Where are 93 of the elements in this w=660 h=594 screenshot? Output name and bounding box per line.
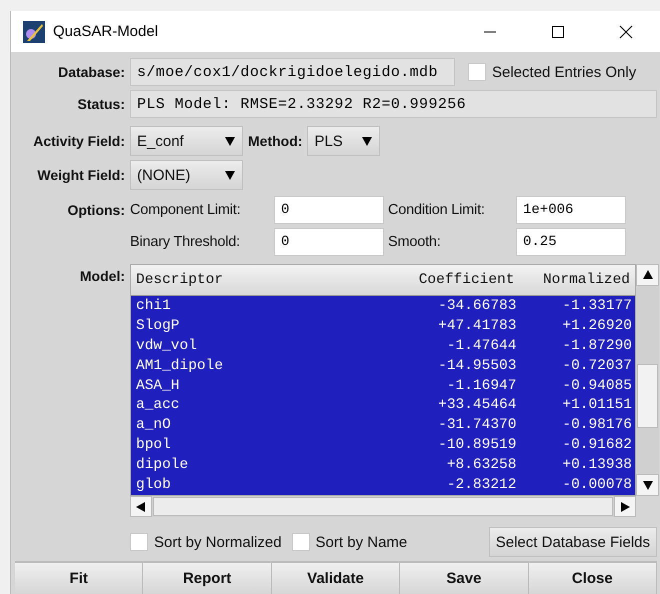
table-cell-text: a_acc	[135, 397, 181, 414]
field-label: Database:	[57, 64, 125, 80]
scroll-left-button[interactable]	[130, 496, 152, 517]
minimize-icon	[483, 30, 497, 32]
maximize-icon	[551, 24, 565, 38]
table-cell-text: +0.13938	[561, 457, 633, 474]
column-header[interactable]: Normalized	[519, 272, 635, 288]
table-row[interactable]: dipole +8.63258 +0.13938	[131, 455, 635, 476]
table-row[interactable]: glob -2.83212 -0.00078	[131, 475, 635, 496]
option-label: Component Limit:	[130, 202, 242, 218]
checkbox[interactable]	[130, 533, 148, 551]
scroll-thumb[interactable]	[153, 497, 613, 516]
table-cell-text: -0.98176	[561, 417, 633, 434]
scroll-down-button[interactable]	[636, 474, 659, 496]
table-row[interactable]: SlogP +47.41783 +1.26920	[131, 316, 635, 336]
table-cell-text: -1.16947	[446, 378, 518, 394]
scroll-right-button[interactable]	[614, 496, 636, 517]
table-row[interactable]: bpol -10.89519 -0.91682	[131, 435, 635, 456]
table-cell-text: a_nO	[135, 417, 172, 434]
select-fields-button[interactable]: Select Database Fields	[488, 527, 657, 557]
field-label: Weight Field:	[36, 167, 125, 183]
input-field[interactable]: 0.25	[516, 228, 626, 256]
table-cell-text: -0.72037	[561, 358, 633, 374]
table-cell-text: bpol	[135, 437, 172, 454]
status-field: PLS Model: RMSE=2.33292 R2=0.999256	[130, 90, 657, 118]
table-row[interactable]: AM1_dipole -14.95503 -0.72037	[131, 356, 635, 376]
action-button[interactable]: Save	[400, 562, 529, 594]
column-header[interactable]: Descriptor	[131, 272, 390, 288]
option-label: Smooth:	[388, 234, 442, 250]
caret-icon	[224, 135, 236, 147]
table-cell-text: +1.01151	[561, 397, 633, 414]
table-cell-text: -1.47644	[446, 338, 518, 354]
option-label: Binary Threshold:	[130, 234, 241, 250]
caret-icon	[361, 135, 374, 147]
checkbox-label: Selected Entries Only	[492, 64, 636, 80]
table-cell-text: glob	[135, 477, 172, 494]
table-cell-text: chi1	[135, 298, 172, 314]
input-field[interactable]: 0	[274, 228, 384, 256]
table-row[interactable]: a_nO -31.74370 -0.98176	[131, 415, 635, 436]
table-cell-text: -2.83212	[446, 477, 518, 494]
table-row[interactable]: chi1 -34.66783 -1.33177	[131, 296, 635, 316]
weight-dropdown[interactable]: (NONE)	[130, 160, 243, 190]
action-button[interactable]: Report	[143, 562, 272, 594]
checkbox[interactable]	[292, 533, 310, 551]
table-row[interactable]: vdw_vol -1.47644 -1.87290	[131, 336, 635, 356]
up-arrow-icon	[642, 269, 654, 281]
checkbox-label: Sort by Name	[316, 534, 408, 550]
action-button[interactable]: Validate	[272, 562, 400, 594]
caret-icon	[224, 169, 236, 181]
table-cell-text: +47.41783	[437, 318, 518, 334]
table-cell-text: ASA_H	[135, 378, 181, 394]
field-label: Options:	[66, 201, 125, 220]
field-label: Activity Field:	[32, 133, 125, 149]
table-cell-text: -0.00078	[561, 477, 633, 494]
action-button[interactable]: Close	[528, 562, 658, 594]
table-cell-text: -1.33177	[561, 298, 633, 314]
scroll-thumb[interactable]	[637, 364, 658, 428]
column-header[interactable]: Coefficient	[390, 272, 520, 288]
field-label: Status:	[76, 96, 125, 112]
table-row[interactable]: ASA_H -1.16947 -0.94085	[131, 376, 635, 396]
right-arrow-icon	[619, 500, 631, 512]
method-dropdown[interactable]: PLS	[307, 126, 380, 156]
table-cell-text: -34.66783	[437, 298, 518, 314]
app-icon	[23, 20, 45, 42]
table-cell-text: -0.91682	[561, 437, 633, 454]
checkbox[interactable]	[468, 63, 486, 81]
table-cell-text: -10.89519	[437, 437, 518, 454]
action-button[interactable]: Fit	[15, 562, 144, 594]
table-cell-text: -1.87290	[561, 338, 633, 354]
table-cell-text: AM1_dipole	[135, 358, 224, 374]
input-field[interactable]: 1e+006	[516, 196, 626, 224]
table-cell-text: SlogP	[135, 318, 181, 334]
input-field[interactable]: 0	[274, 196, 384, 224]
activity-dropdown[interactable]: E_conf	[130, 126, 243, 156]
table-cell-text: +33.45464	[437, 397, 518, 414]
option-label: Condition Limit:	[388, 202, 486, 218]
table-cell-text: -14.95503	[437, 358, 518, 374]
window-title: QuaSAR-Model	[53, 23, 160, 40]
table-cell-text: +8.63258	[446, 457, 518, 474]
checkbox-label: Sort by Normalized	[154, 534, 282, 550]
table-cell-text: dipole	[135, 457, 190, 474]
down-arrow-icon	[642, 479, 654, 491]
table-cell-text: -0.94085	[561, 378, 633, 394]
table-cell-text: -31.74370	[437, 417, 518, 434]
table-cell-text: vdw_vol	[135, 338, 198, 354]
close-icon	[619, 24, 633, 38]
field-label: Model:	[78, 267, 125, 286]
left-arrow-icon	[135, 500, 147, 512]
table-row[interactable]: a_acc +33.45464 +1.01151	[131, 396, 635, 416]
scroll-up-button[interactable]	[636, 264, 659, 286]
field-label: Method:	[248, 133, 302, 149]
database-field: s/moe/cox1/dockrigidoelegido.mdb	[130, 58, 455, 86]
table-cell-text: +1.26920	[561, 318, 633, 334]
